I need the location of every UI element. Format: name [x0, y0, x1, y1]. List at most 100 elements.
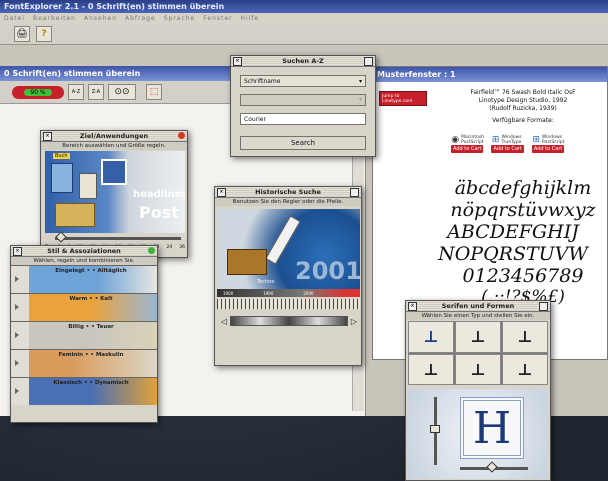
sample-line-upper2: NOPQRSTUVW [438, 243, 588, 265]
post-word: Post [139, 203, 179, 222]
font-name: Fairfield™ 76 Swash Bold Italic OsF [470, 89, 576, 96]
add-to-cart-button[interactable]: Add to Cart [451, 145, 484, 153]
print-icon[interactable]: 🖨 [14, 26, 30, 42]
search-field-select[interactable]: Schriftname ▾ [240, 75, 366, 87]
style-row[interactable]: Eingelegt • • Alltäglich [11, 265, 157, 293]
menu-hilfe[interactable]: Hilfe [241, 15, 260, 22]
serif-option[interactable]: ⊥ [455, 321, 501, 353]
serif-option[interactable]: ⊥ [408, 321, 454, 353]
pdf-icon[interactable]: ⬚ [146, 84, 162, 100]
play-icon[interactable] [15, 304, 19, 310]
menu-datei[interactable]: Datei [4, 15, 25, 22]
search-input[interactable]: Courier [240, 113, 366, 125]
collapse-box[interactable] [364, 57, 373, 66]
menu-ansehen[interactable]: Ansehen [84, 15, 117, 22]
sort-za-icon[interactable]: Z-A [88, 84, 104, 100]
style-title: Stil & Assoziationen [47, 247, 121, 255]
target-title: Ziel/Anwendungen [79, 132, 149, 140]
search-input-value: Courier [244, 116, 266, 123]
close-box[interactable]: × [408, 302, 417, 311]
close-icon[interactable] [148, 247, 155, 254]
style-row[interactable]: Klassisch • • Dynamisch [11, 377, 157, 405]
close-box[interactable]: × [13, 247, 22, 256]
book-image [51, 163, 73, 193]
style-row-label: Eingelegt • • Alltäglich [55, 268, 127, 274]
size-slider[interactable] [55, 237, 181, 240]
timeline-ruler [217, 299, 360, 309]
menu-fenster[interactable]: Fenster [203, 15, 232, 22]
search-button[interactable]: Search [240, 136, 366, 150]
add-to-cart-button[interactable]: Add to Cart [491, 145, 524, 153]
chip-image [227, 249, 267, 275]
compare-icon[interactable]: ⊙⊙ [108, 84, 136, 100]
sort-az-icon[interactable]: A-Z [68, 84, 84, 100]
play-icon[interactable] [15, 388, 19, 394]
close-icon[interactable] [178, 132, 185, 139]
format-name: Macintosh PostScript [461, 135, 485, 145]
target-tag: Buch [53, 153, 70, 159]
play-icon[interactable] [15, 332, 19, 338]
historic-small-text: Techno [257, 279, 275, 285]
width-slider-thumb[interactable] [486, 461, 498, 473]
style-row[interactable]: Warm • • Kalt [11, 293, 157, 321]
size-slider-thumb[interactable] [55, 231, 67, 243]
serif-window: × Serifen und Formen Wählen Sie einen Ty… [405, 300, 551, 481]
format-name: Windows TrueType [501, 135, 522, 145]
menu-abfrage[interactable]: Abfrage [125, 15, 156, 22]
collapse-box[interactable] [350, 188, 359, 197]
sign-image [101, 159, 127, 185]
year-label: 2000 [303, 290, 314, 296]
serif-preview: H [408, 389, 548, 479]
sample-line-lower1: äbcdefghijklm [454, 177, 592, 199]
historic-image: 2001 Techno [217, 209, 360, 289]
style-row[interactable]: Feminin • • Maskulin [11, 349, 157, 377]
timeline-slider[interactable]: ◁ ▷ [221, 315, 357, 327]
format-win-truetype: ⊞ Windows TrueType Add to Cart [491, 135, 524, 153]
close-box[interactable]: × [43, 132, 52, 141]
chevron-down-icon: ▾ [358, 77, 362, 85]
sample-line-lower2: nöpqrstüvwxyz [450, 199, 596, 221]
arrow-right-icon[interactable]: ▷ [351, 317, 357, 326]
serif-option[interactable]: ⊥ [408, 353, 454, 385]
font-info: Fairfield™ 76 Swash Bold Italic OsF Lino… [443, 89, 603, 125]
add-to-cart-button[interactable]: Add to Cart [531, 145, 565, 153]
apple-icon: ◉ [451, 135, 460, 145]
font-samples: äbcdefghijklm nöpqrstüvwxyz ABCDEFGHIJ N… [403, 177, 608, 307]
year-label: 1990 [263, 290, 274, 296]
serif-option[interactable]: ⊥ [502, 321, 548, 353]
windows-icon: ⊞ [532, 135, 540, 145]
serif-subtitle: Wählen Sie einen Typ und stellen Sie ein… [406, 312, 550, 320]
search-option-select[interactable]: ▾ [240, 94, 366, 106]
size-tick: 24 [166, 245, 173, 250]
progress-toggle[interactable]: 90 % [12, 85, 64, 99]
format-win-postscript: ⊞ Windows PostScript Add to Cart [531, 135, 565, 153]
target-image[interactable]: Buch headlines Post [45, 151, 185, 233]
serif-option[interactable]: ⊥ [455, 353, 501, 385]
formats-label: Verfügbare Formate: [492, 117, 554, 124]
style-row[interactable]: Billig • • Teuer [11, 321, 157, 349]
jump-label: Jump to Linotype.com [382, 93, 413, 104]
year-label: 1900 [223, 290, 234, 296]
format-name: Windows PostScript [541, 135, 565, 145]
weight-slider-thumb[interactable] [430, 425, 440, 433]
close-box[interactable]: × [233, 57, 242, 66]
serif-option[interactable]: ⊥ [502, 353, 548, 385]
target-window: × Ziel/Anwendungen Bereich auswählen und… [40, 130, 188, 258]
jump-button[interactable]: Jump to Linotype.com [379, 91, 427, 106]
menu-sprache[interactable]: Sprache [164, 15, 196, 22]
menu-bearbeiten[interactable]: Bearbeiten [33, 15, 76, 22]
play-icon[interactable] [15, 360, 19, 366]
historic-window: × Historische Suche Benutzen Sie den Reg… [214, 186, 362, 366]
close-box[interactable]: × [217, 188, 226, 197]
play-icon[interactable] [15, 276, 19, 282]
search-field-value: Schriftname [244, 77, 281, 85]
arrow-left-icon[interactable]: ◁ [221, 317, 227, 326]
era-bar: 1900 1990 2000 [217, 289, 360, 297]
help-icon[interactable]: ? [36, 26, 52, 42]
historic-big-text: 2001 [295, 257, 360, 285]
collapse-box[interactable] [539, 302, 548, 311]
desktop: FontExplorer 2.1 - 0 Schrift(en) stimmen… [0, 0, 608, 481]
timeline-track[interactable] [230, 316, 348, 326]
menu-bar: Datei Bearbeiten Ansehen Abfrage Sprache… [0, 13, 608, 24]
historic-title: Historische Suche [255, 188, 321, 196]
